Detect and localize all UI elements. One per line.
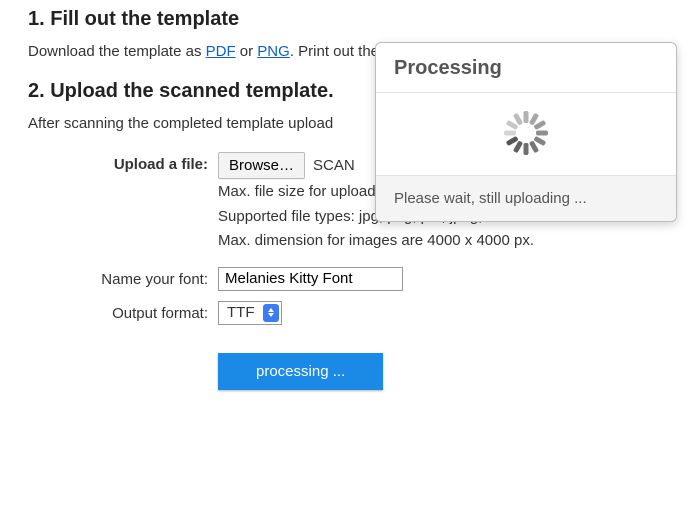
fontname-row: Name your font:: [28, 267, 667, 291]
output-label: Output format:: [28, 301, 218, 322]
browse-button[interactable]: Browse…: [218, 152, 305, 179]
chevron-updown-icon: [263, 304, 279, 322]
output-control: TTF: [218, 301, 667, 325]
submit-control: processing ...: [218, 353, 667, 390]
submit-row: processing ...: [28, 353, 667, 390]
png-link[interactable]: PNG: [257, 43, 290, 60]
processing-dialog: Processing Please wait, still uploading …: [375, 42, 677, 222]
dialog-status-text: Please wait, still uploading ...: [376, 175, 676, 221]
fontname-input[interactable]: [218, 267, 403, 291]
step1-heading: 1. Fill out the template: [28, 8, 667, 31]
step1-text-or: or: [236, 43, 258, 60]
output-row: Output format: TTF: [28, 301, 667, 325]
dialog-title: Processing: [376, 43, 676, 93]
fontname-label: Name your font:: [28, 267, 218, 288]
dialog-body: [376, 93, 676, 175]
step1-text-prefix: Download the template as: [28, 43, 206, 60]
submit-button[interactable]: processing ...: [218, 353, 383, 390]
upload-label: Upload a file:: [28, 152, 218, 173]
selected-filename: SCAN: [313, 157, 355, 174]
output-select[interactable]: TTF: [218, 301, 282, 325]
fontname-control: [218, 267, 667, 291]
spinner-icon: [504, 111, 548, 155]
output-select-value: TTF: [219, 304, 261, 321]
upload-hint-dim: Max. dimension for images are 4000 x 400…: [218, 230, 667, 253]
pdf-link[interactable]: PDF: [206, 43, 236, 60]
